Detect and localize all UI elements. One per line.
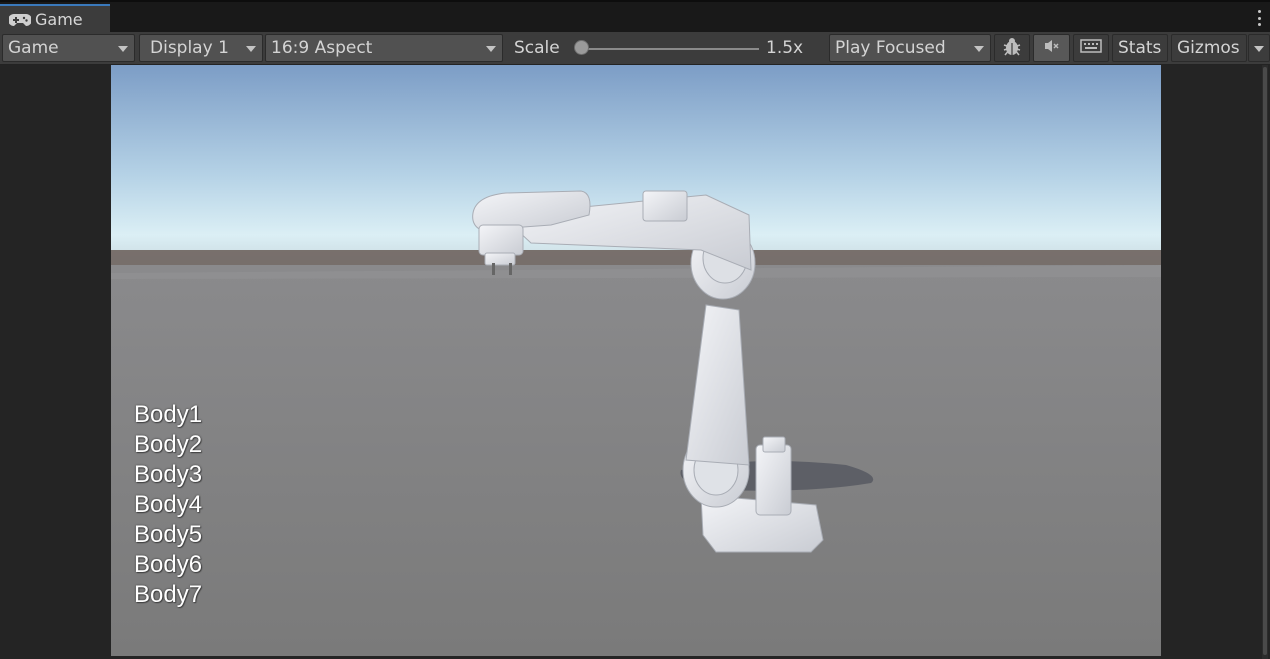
play-mode-dropdown[interactable]: Play Focused bbox=[829, 34, 991, 62]
mode-dropdown-label: Game bbox=[8, 38, 59, 58]
chevron-down-icon bbox=[1254, 46, 1264, 52]
aspect-dropdown-label: 16:9 Aspect bbox=[271, 38, 373, 58]
scale-slider-handle[interactable] bbox=[574, 40, 589, 55]
game-viewport[interactable]: Body1 Body2 Body3 Body4 Body5 Body6 Body… bbox=[111, 65, 1161, 656]
tab-game[interactable]: Game bbox=[0, 4, 110, 32]
stats-label: Stats bbox=[1118, 38, 1162, 58]
debug-toggle-button[interactable] bbox=[994, 34, 1030, 62]
display-dropdown-label: Display 1 bbox=[150, 38, 229, 58]
gamepad-icon bbox=[8, 12, 32, 26]
chevron-down-icon bbox=[246, 46, 256, 52]
more-options-icon[interactable] bbox=[1257, 10, 1261, 26]
bug-icon bbox=[1001, 35, 1023, 62]
body-label: Body4 bbox=[134, 491, 203, 518]
mute-audio-button[interactable] bbox=[1033, 34, 1070, 62]
display-dropdown[interactable]: Display 1 bbox=[139, 34, 263, 62]
body-labels-list: Body1 Body2 Body3 Body4 Body5 Body6 Body… bbox=[134, 400, 202, 610]
aspect-dropdown[interactable]: 16:9 Aspect bbox=[265, 34, 503, 62]
mode-dropdown[interactable]: Game bbox=[2, 34, 135, 62]
chevron-down-icon bbox=[974, 46, 984, 52]
chevron-down-icon bbox=[486, 46, 496, 52]
vertical-scrollbar[interactable] bbox=[1262, 65, 1268, 659]
gizmos-button[interactable]: Gizmos bbox=[1171, 34, 1247, 62]
scale-slider-track[interactable] bbox=[581, 48, 759, 50]
keyboard-shortcuts-button[interactable] bbox=[1073, 34, 1109, 62]
scale-value: 1.5x bbox=[766, 38, 804, 58]
body-label: Body6 bbox=[134, 551, 203, 578]
chevron-down-icon bbox=[118, 46, 128, 52]
body-label: Body3 bbox=[134, 461, 203, 488]
mute-audio-icon bbox=[1043, 38, 1061, 59]
gizmos-dropdown[interactable] bbox=[1248, 34, 1270, 62]
body-label: Body5 bbox=[134, 521, 203, 548]
scene-render bbox=[111, 65, 1161, 656]
keyboard-shortcuts-icon bbox=[1080, 38, 1102, 58]
gizmos-label: Gizmos bbox=[1177, 38, 1240, 58]
play-mode-label: Play Focused bbox=[835, 38, 946, 58]
tab-game-label: Game bbox=[35, 9, 83, 29]
stats-button[interactable]: Stats bbox=[1112, 34, 1168, 62]
scale-control: Scale 1.5x bbox=[506, 34, 826, 62]
scale-label: Scale bbox=[514, 38, 560, 58]
body-label: Body7 bbox=[134, 581, 203, 608]
game-toolbar: Game Display 1 16:9 Aspect Scale 1.5x Pl… bbox=[0, 32, 1270, 65]
body-label: Body1 bbox=[134, 401, 203, 428]
body-label: Body2 bbox=[134, 431, 203, 458]
game-view-area: Body1 Body2 Body3 Body4 Body5 Body6 Body… bbox=[0, 65, 1270, 659]
tab-strip: Game bbox=[0, 0, 1270, 32]
